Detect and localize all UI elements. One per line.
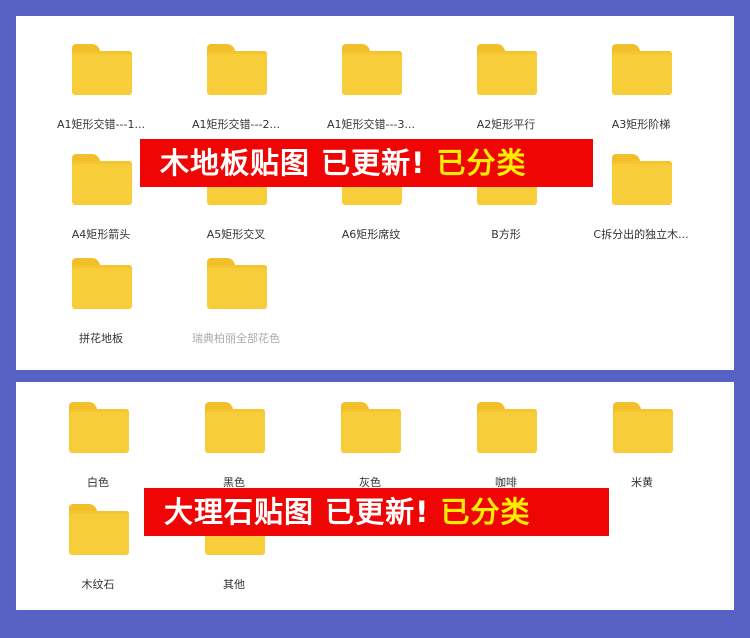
folder-item[interactable]: A1矩形交错---1...	[36, 44, 166, 144]
folder-icon	[477, 402, 537, 454]
folder-item[interactable]: C拆分出的独立木...	[576, 154, 706, 254]
folder-item[interactable]: A2矩形平行	[441, 44, 571, 144]
folder-icon	[612, 154, 672, 206]
folder-label: C拆分出的独立木...	[593, 228, 689, 241]
folder-label: A1矩形交错---2...	[192, 118, 280, 131]
folder-label: A4矩形箭头	[71, 228, 131, 241]
folder-item[interactable]: 灰色	[305, 402, 435, 502]
folder-icon	[69, 402, 129, 454]
folder-icon	[341, 402, 401, 454]
folder-item[interactable]: A3矩形阶梯	[576, 44, 706, 144]
folder-label: A5矩形交叉	[206, 228, 266, 241]
folder-label: A1矩形交错---1...	[57, 118, 145, 131]
folder-label: B方形	[491, 228, 521, 241]
folder-item[interactable]: A1矩形交错---3...	[306, 44, 436, 144]
folder-item[interactable]: 拼花地板	[36, 258, 166, 358]
marble-update-banner: 大理石贴图 已更新! 已分类	[144, 488, 609, 536]
folder-item[interactable]: 米黄	[577, 402, 707, 502]
folder-icon	[207, 258, 267, 310]
banner-highlight: 已分类	[436, 146, 527, 180]
folder-item[interactable]: 黑色	[169, 402, 299, 502]
banner-text: 木地板贴图 已更新!	[160, 146, 426, 180]
folder-icon	[342, 44, 402, 96]
folder-icon	[72, 154, 132, 206]
folder-label: 拼花地板	[79, 332, 123, 345]
folder-item[interactable]: 咖啡	[441, 402, 571, 502]
banner-text: 大理石贴图 已更新!	[164, 495, 430, 529]
folder-icon	[612, 44, 672, 96]
folder-label: A6矩形席纹	[341, 228, 401, 241]
folder-icon	[207, 44, 267, 96]
folder-label: 其他	[223, 578, 245, 591]
banner-highlight: 已分类	[440, 495, 531, 529]
folder-label: A2矩形平行	[476, 118, 536, 131]
folder-icon	[69, 504, 129, 556]
folder-item[interactable]: 白色	[33, 402, 163, 502]
folder-label: 木纹石	[81, 578, 115, 591]
folder-label: A1矩形交错---3...	[327, 118, 415, 131]
folder-icon	[613, 402, 673, 454]
top-folder-panel: A1矩形交错---1... A1矩形交错---2... A1矩形交错---3..…	[16, 16, 734, 370]
folder-label: A3矩形阶梯	[611, 118, 671, 131]
folder-item[interactable]: 瑞典柏丽全部花色	[171, 258, 301, 358]
folder-icon	[205, 402, 265, 454]
wood-floor-update-banner: 木地板贴图 已更新! 已分类	[140, 139, 593, 187]
folder-icon	[72, 44, 132, 96]
folder-icon	[477, 44, 537, 96]
folder-item[interactable]: A1矩形交错---2...	[171, 44, 301, 144]
folder-label: 瑞典柏丽全部花色	[192, 332, 280, 345]
folder-icon	[72, 258, 132, 310]
